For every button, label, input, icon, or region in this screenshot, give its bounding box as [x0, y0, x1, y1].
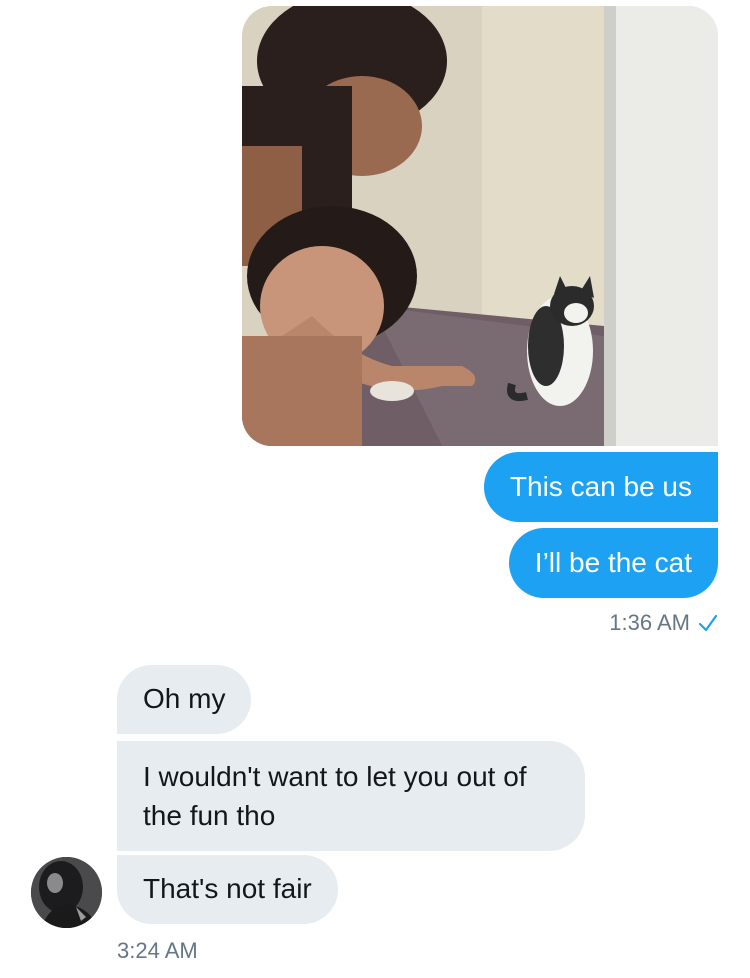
checkmark-icon — [698, 614, 718, 632]
outgoing-meta: 1:36 AM — [609, 609, 718, 637]
incoming-timestamp: 3:24 AM — [117, 938, 198, 963]
outgoing-message[interactable]: This can be us — [483, 452, 718, 522]
incoming-message[interactable]: I wouldn't want to let you out of the fu… — [117, 741, 585, 851]
avatar[interactable] — [31, 857, 102, 928]
incoming-message[interactable]: That's not fair — [117, 855, 338, 924]
avatar-image — [31, 857, 102, 928]
incoming-message[interactable]: Oh my — [117, 665, 252, 734]
shared-photo[interactable] — [242, 6, 718, 446]
photo-image — [242, 6, 718, 446]
dm-conversation: This can be us I’ll be the cat 1:36 AM O… — [0, 0, 750, 978]
outgoing-message[interactable]: I’ll be the cat — [508, 528, 718, 598]
outgoing-timestamp: 1:36 AM — [609, 610, 690, 635]
